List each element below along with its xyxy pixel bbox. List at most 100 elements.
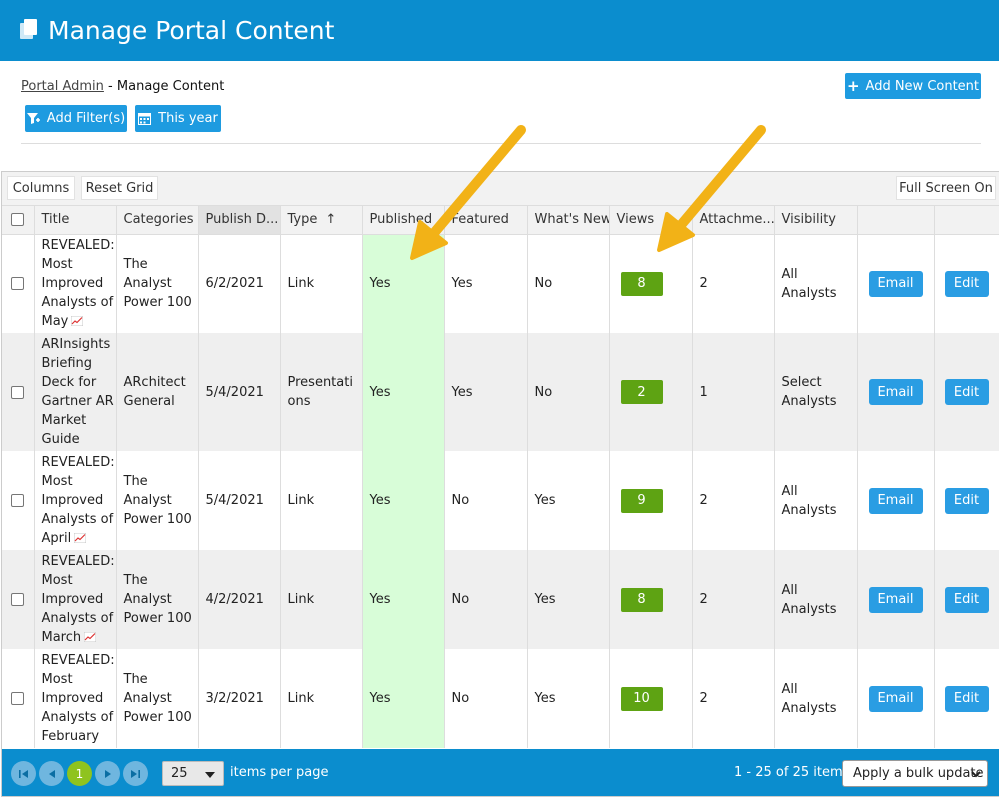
cell-type: Link: [280, 550, 363, 649]
columns-button[interactable]: Columns: [7, 176, 75, 200]
email-button[interactable]: Email: [868, 685, 923, 712]
cell-attachments: 1: [692, 333, 775, 451]
bulk-update-select[interactable]: Apply a bulk update: [842, 760, 988, 787]
previous-page-icon: [48, 769, 55, 778]
add-new-content-button[interactable]: + Add New Content: [845, 73, 981, 99]
previous-page-button[interactable]: [39, 761, 64, 786]
column-header-email: [857, 206, 935, 235]
column-header-edit: [934, 206, 999, 235]
edit-button[interactable]: Edit: [944, 270, 989, 297]
cell-visibility: Select Analysts: [774, 333, 858, 451]
table-row[interactable]: REVEALED: Most Improved Analysts of May T…: [2, 234, 999, 333]
column-header-type[interactable]: Type ↑: [280, 206, 363, 235]
edit-button[interactable]: Edit: [944, 487, 989, 514]
column-header-categories[interactable]: Categories: [116, 206, 199, 235]
column-header-visibility[interactable]: Visibility: [774, 206, 858, 235]
row-title: ARInsights Briefing Deck for Gartner AR …: [41, 337, 114, 447]
next-page-button[interactable]: [95, 761, 120, 786]
cell-publish-date: 4/2/2021: [198, 550, 281, 649]
full-screen-button[interactable]: Full Screen On: [896, 176, 996, 200]
cell-visibility: All Analysts: [774, 649, 858, 748]
cell-email: Email: [857, 333, 935, 451]
row-checkbox[interactable]: [11, 385, 25, 399]
views-badge: 10: [620, 686, 663, 711]
date-range-button[interactable]: This year: [135, 105, 221, 132]
next-page-icon: [104, 769, 111, 778]
cell-views: 8: [609, 234, 693, 333]
cell-whats-new: Yes: [527, 451, 610, 550]
cell-edit: Edit: [934, 234, 999, 333]
cell-title: REVEALED: Most Improved Analysts of Marc…: [34, 550, 117, 649]
page-size-select[interactable]: 25: [162, 761, 224, 786]
cell-type: Presentations: [280, 333, 363, 451]
cell-type: Link: [280, 451, 363, 550]
cell-edit: Edit: [934, 550, 999, 649]
add-filter-label: Add Filter(s): [46, 111, 126, 126]
views-badge: 9: [620, 488, 663, 513]
reset-grid-button[interactable]: Reset Grid: [81, 176, 158, 200]
cell-whats-new: Yes: [527, 649, 610, 748]
cell-whats-new: No: [527, 333, 610, 451]
chart-trend-icon: [74, 533, 87, 543]
row-checkbox[interactable]: [11, 593, 25, 606]
column-header-attachments[interactable]: Attachme...: [692, 206, 775, 235]
add-new-content-label: Add New Content: [865, 78, 980, 94]
table-row[interactable]: ARInsights Briefing Deck for Gartner AR …: [2, 333, 999, 451]
grid-pager: 1 25 items per page 1 - 25 of 25 items A…: [2, 749, 999, 796]
date-range-label: This year: [158, 111, 218, 126]
column-header-whats-new[interactable]: What's New: [527, 206, 610, 235]
row-checkbox[interactable]: [11, 692, 25, 705]
column-header-title[interactable]: Title: [34, 206, 117, 235]
content-table: Title Categories Publish D... Type ↑ Publ…: [2, 206, 999, 748]
email-button[interactable]: Email: [868, 586, 923, 613]
cell-category: The Analyst Power 100: [116, 649, 199, 748]
table-row[interactable]: REVEALED: Most Improved Analysts of Apri…: [2, 451, 999, 550]
column-header-publish-date[interactable]: Publish D...: [198, 206, 281, 235]
views-badge: 2: [620, 380, 663, 404]
cell-title: ARInsights Briefing Deck for Gartner AR …: [34, 333, 117, 451]
table-row[interactable]: REVEALED: Most Improved Analysts of Febr…: [2, 649, 999, 748]
row-checkbox[interactable]: [11, 277, 25, 291]
select-all-checkbox-cell: [2, 206, 35, 235]
chart-trend-icon: [84, 632, 97, 642]
row-title: REVEALED: Most Improved Analysts of Marc…: [41, 554, 115, 645]
edit-button[interactable]: Edit: [944, 685, 989, 712]
cell-visibility: All Analysts: [774, 234, 858, 333]
table-header-row: Title Categories Publish D... Type ↑ Publ…: [2, 206, 999, 235]
select-all-checkbox[interactable]: [11, 213, 25, 227]
table-row[interactable]: REVEALED: Most Improved Analysts of Marc…: [2, 550, 999, 649]
column-header-published[interactable]: Published: [362, 206, 445, 235]
email-button[interactable]: Email: [868, 270, 923, 297]
cell-whats-new: Yes: [527, 550, 610, 649]
breadcrumb-portal-admin-link[interactable]: Portal Admin: [21, 79, 104, 94]
items-per-page-label: items per page: [230, 765, 329, 780]
row-checkbox-cell: [2, 333, 35, 451]
cell-visibility: All Analysts: [774, 550, 858, 649]
cell-whats-new: No: [527, 234, 610, 333]
cell-category: ARchitect General: [116, 333, 199, 451]
cell-views: 2: [609, 333, 693, 451]
cell-publish-date: 3/2/2021: [198, 649, 281, 748]
cell-edit: Edit: [934, 333, 999, 451]
cell-email: Email: [857, 550, 935, 649]
row-checkbox[interactable]: [11, 494, 25, 507]
cell-featured: No: [444, 550, 528, 649]
email-button[interactable]: Email: [868, 379, 923, 405]
page-1-button[interactable]: 1: [67, 761, 92, 786]
views-badge: 8: [620, 587, 663, 612]
edit-button[interactable]: Edit: [944, 586, 989, 613]
cell-type: Link: [280, 649, 363, 748]
row-checkbox-cell: [2, 451, 35, 550]
email-button[interactable]: Email: [868, 487, 923, 514]
cell-published: Yes: [362, 550, 445, 649]
first-page-button[interactable]: [11, 761, 36, 786]
cell-published: Yes: [362, 451, 445, 550]
cell-views: 8: [609, 550, 693, 649]
column-header-featured[interactable]: Featured: [444, 206, 528, 235]
edit-button[interactable]: Edit: [944, 379, 989, 405]
add-filter-button[interactable]: Add Filter(s): [25, 105, 127, 132]
cell-title: REVEALED: Most Improved Analysts of May: [34, 234, 117, 333]
last-page-button[interactable]: [123, 761, 148, 786]
cell-publish-date: 5/4/2021: [198, 451, 281, 550]
column-header-views[interactable]: Views: [609, 206, 693, 235]
